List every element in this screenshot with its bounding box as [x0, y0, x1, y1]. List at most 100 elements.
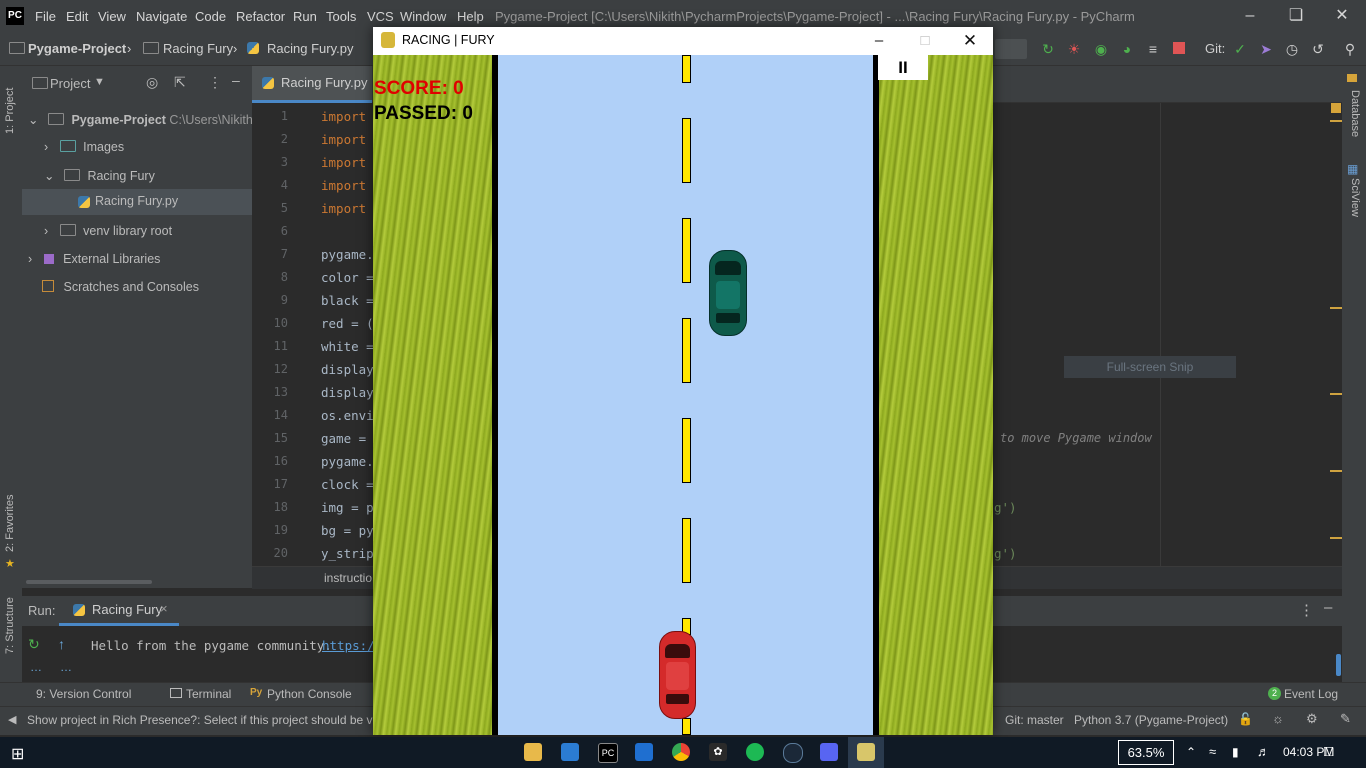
rerun-icon[interactable]: ↻: [1040, 41, 1056, 57]
tree-item-images[interactable]: › Images: [44, 140, 124, 154]
status-message[interactable]: Show project in Rich Presence?: Select i…: [27, 713, 384, 727]
editor-tab-racing-fury[interactable]: Racing Fury.py: [252, 66, 372, 103]
notes-app-icon[interactable]: [635, 743, 653, 761]
settings-icon[interactable]: ⚙: [1306, 711, 1318, 727]
battery-icon[interactable]: ▮: [1232, 745, 1239, 759]
tree-item-scratches[interactable]: Scratches and Consoles: [42, 280, 199, 294]
discord-icon[interactable]: [820, 743, 838, 761]
debug-icon[interactable]: ☀: [1066, 41, 1082, 57]
breadcrumb-function[interactable]: instructio: [324, 571, 372, 585]
warning-marker[interactable]: [1331, 103, 1341, 113]
code-line: import: [321, 109, 367, 124]
run-tab-racing-fury[interactable]: Racing Fury ×: [59, 596, 179, 626]
git-branch[interactable]: Git: master: [1005, 713, 1064, 727]
breadcrumb-file[interactable]: Racing Fury.py: [267, 41, 353, 56]
interpreter-selector[interactable]: Python 3.7 (Pygame-Project): [1074, 713, 1228, 727]
menu-run[interactable]: Run: [293, 9, 317, 24]
locate-icon[interactable]: ◎: [146, 74, 158, 91]
chrome-icon[interactable]: [672, 743, 690, 761]
ide-minimize-button[interactable]: –: [1230, 4, 1270, 28]
tool-tab-terminal[interactable]: Terminal: [186, 687, 231, 701]
ide-restore-button[interactable]: ❏: [1276, 4, 1316, 28]
collapse-icon[interactable]: ⇱: [174, 74, 186, 91]
scroll-marker[interactable]: [1330, 537, 1342, 539]
app-icon[interactable]: ✿: [709, 743, 727, 761]
menu-tools[interactable]: Tools: [326, 9, 356, 24]
tree-item-racing-fury[interactable]: ⌄ Racing Fury: [44, 168, 155, 183]
build-icon[interactable]: ≡: [1145, 41, 1161, 57]
console-scrollbar[interactable]: [1336, 654, 1341, 676]
menu-refactor[interactable]: Refactor: [236, 9, 285, 24]
lock-icon[interactable]: 🔓: [1238, 712, 1253, 726]
menu-window[interactable]: Window: [400, 9, 446, 24]
pycharm-taskbar-icon[interactable]: PC: [598, 743, 618, 763]
options-icon[interactable]: ⋮: [208, 74, 222, 91]
run-config-dropdown[interactable]: [995, 39, 1027, 59]
tree-item-venv[interactable]: › venv library root: [44, 224, 172, 238]
tree-item-file-selected[interactable]: Racing Fury.py: [22, 189, 252, 215]
spotify-icon[interactable]: [746, 743, 764, 761]
notifications-icon[interactable]: □: [1324, 743, 1333, 760]
history-icon[interactable]: ◷: [1284, 41, 1300, 57]
close-icon[interactable]: ×: [160, 601, 168, 616]
tool-tab-structure[interactable]: 7: Structure: [4, 597, 16, 654]
horizontal-scrollbar[interactable]: [26, 580, 152, 584]
tree-item-label: Racing Fury: [87, 169, 155, 183]
memory-icon[interactable]: ✎: [1340, 711, 1351, 727]
menu-navigate[interactable]: Navigate: [136, 9, 187, 24]
tool-tab-favorites[interactable]: 2: Favorites: [4, 495, 16, 552]
more-icon[interactable]: …: [30, 660, 42, 674]
profile-icon[interactable]: ◕: [1119, 41, 1135, 57]
menu-view[interactable]: View: [98, 9, 126, 24]
scroll-marker[interactable]: [1330, 470, 1342, 472]
more-icon[interactable]: …: [60, 660, 72, 674]
menu-help[interactable]: Help: [457, 9, 484, 24]
hide-panel-icon[interactable]: –: [1324, 599, 1332, 616]
git-update-icon[interactable]: ✓: [1232, 41, 1248, 57]
tree-root-label: Pygame-Project: [71, 113, 166, 127]
tool-tab-python-console[interactable]: Python Console: [267, 687, 352, 701]
tool-tab-event-log[interactable]: Event Log: [1284, 687, 1338, 701]
menu-code[interactable]: Code: [195, 9, 226, 24]
pause-button[interactable]: II: [878, 55, 928, 80]
vscode-icon[interactable]: [561, 743, 579, 761]
battery-percent[interactable]: 63.5%: [1118, 740, 1174, 765]
ide-close-button[interactable]: ✕: [1322, 4, 1362, 28]
game-minimize-button[interactable]: –: [856, 27, 902, 55]
code-line: color =: [321, 270, 374, 285]
breadcrumb-project[interactable]: Pygame-Project: [28, 41, 126, 56]
wifi-icon[interactable]: ≈: [1209, 744, 1216, 759]
chevron-up-icon[interactable]: ⌃: [1186, 745, 1196, 759]
search-icon[interactable]: ⚲: [1342, 41, 1358, 57]
tree-item-external-libraries[interactable]: › External Libraries: [28, 252, 160, 266]
rerun-icon[interactable]: ↻: [28, 636, 40, 653]
coverage-icon[interactable]: ◉: [1093, 41, 1109, 57]
windows-start-icon[interactable]: ⊞: [11, 744, 24, 764]
console-link[interactable]: https:/: [322, 638, 375, 653]
game-close-button[interactable]: ✕: [947, 27, 993, 55]
inspector-icon[interactable]: ☼: [1272, 711, 1284, 726]
breadcrumb-racing-fury[interactable]: Racing Fury: [163, 41, 233, 56]
options-icon[interactable]: ⋮: [1299, 601, 1314, 619]
tool-tab-database[interactable]: Database: [1349, 90, 1361, 137]
menu-vcs[interactable]: VCS: [367, 9, 394, 24]
menu-file[interactable]: File: [35, 9, 56, 24]
stop-icon[interactable]: [1173, 42, 1185, 54]
file-explorer-icon[interactable]: [524, 743, 542, 761]
tool-tab-version-control[interactable]: 9: Version Control: [36, 687, 131, 701]
project-view-selector[interactable]: Project: [50, 76, 90, 91]
scroll-marker[interactable]: [1330, 307, 1342, 309]
up-arrow-icon[interactable]: ↑: [58, 636, 65, 652]
tool-tab-project[interactable]: 1: Project: [4, 88, 16, 134]
menu-edit[interactable]: Edit: [66, 9, 88, 24]
volume-icon[interactable]: ♬: [1257, 744, 1270, 759]
tool-tab-sciview[interactable]: SciView: [1349, 178, 1361, 217]
rollback-icon[interactable]: ↺: [1310, 41, 1326, 57]
scroll-marker[interactable]: [1330, 393, 1342, 395]
steam-icon[interactable]: [783, 743, 803, 763]
tree-root[interactable]: ⌄ Pygame-Project C:\Users\Nikith\Py: [28, 112, 271, 127]
git-push-icon[interactable]: ➤: [1258, 41, 1274, 57]
scroll-marker[interactable]: [1330, 120, 1342, 122]
hide-panel-icon[interactable]: –: [232, 72, 240, 88]
pygame-taskbar-icon[interactable]: [857, 743, 875, 761]
